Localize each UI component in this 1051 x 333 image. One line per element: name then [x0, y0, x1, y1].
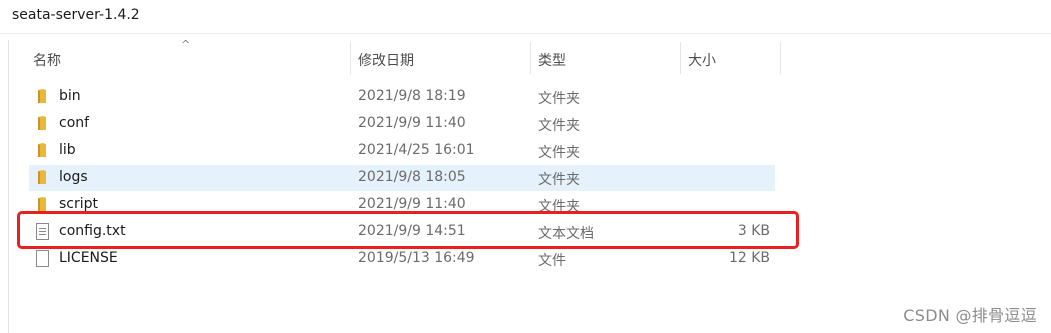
- column-header-date[interactable]: 修改日期: [358, 50, 414, 70]
- file-type: 文件夹: [538, 145, 580, 161]
- folder-icon: [38, 170, 46, 184]
- column-header-type[interactable]: 类型: [538, 50, 566, 70]
- file-name: script: [59, 196, 99, 212]
- pane-divider: [8, 40, 9, 333]
- column-separator[interactable]: [780, 42, 781, 74]
- file-modified-date: 2021/4/25 16:01: [358, 142, 475, 158]
- file-size: 12 KB: [728, 250, 770, 266]
- file-name: bin: [59, 88, 81, 104]
- file-name: LICENSE: [59, 250, 118, 266]
- file-type: 文件夹: [538, 91, 580, 107]
- file-name: logs: [59, 169, 88, 185]
- file-row[interactable]: logs 2021/9/8 18:05 文件夹: [29, 165, 775, 191]
- column-separator[interactable]: [680, 42, 681, 74]
- sort-ascending-icon: ^: [181, 38, 191, 51]
- column-separator[interactable]: [530, 42, 531, 74]
- file-icon: [36, 250, 49, 267]
- file-type: 文件夹: [538, 118, 580, 134]
- folder-icon: [38, 143, 46, 157]
- file-row[interactable]: lib 2021/4/25 16:01 文件夹: [29, 138, 775, 164]
- file-row[interactable]: conf 2021/9/9 11:40 文件夹: [29, 111, 775, 137]
- file-modified-date: 2021/9/9 11:40: [358, 196, 466, 212]
- current-folder-label: seata-server-1.4.2: [12, 7, 140, 23]
- file-name: conf: [59, 115, 90, 131]
- address-bar[interactable]: › seata-server-1.4.2: [0, 0, 1051, 34]
- column-header: ^ 名称 修改日期 类型 大小: [0, 38, 1051, 74]
- file-modified-date: 2021/9/8 18:19: [358, 88, 466, 104]
- file-row[interactable]: LICENSE 2019/5/13 16:49 文件 12 KB: [29, 246, 775, 272]
- file-modified-date: 2021/9/8 18:05: [358, 169, 466, 185]
- file-name: lib: [59, 142, 76, 158]
- column-header-size[interactable]: 大小: [688, 50, 716, 70]
- watermark: CSDN @排骨逗逗: [903, 306, 1037, 325]
- file-type: 文件夹: [538, 172, 580, 188]
- column-separator[interactable]: [350, 42, 351, 74]
- chevron-right-icon[interactable]: ›: [0, 7, 1, 21]
- folder-icon: [38, 89, 46, 103]
- annotation-highlight-box: [17, 211, 799, 249]
- folder-icon: [38, 116, 46, 130]
- file-type: 文件: [538, 253, 566, 269]
- file-modified-date: 2019/5/13 16:49: [358, 250, 475, 266]
- file-row[interactable]: bin 2021/9/8 18:19 文件夹: [29, 84, 775, 110]
- file-modified-date: 2021/9/9 11:40: [358, 115, 466, 131]
- folder-icon: [38, 197, 46, 211]
- column-header-name[interactable]: 名称: [33, 50, 61, 70]
